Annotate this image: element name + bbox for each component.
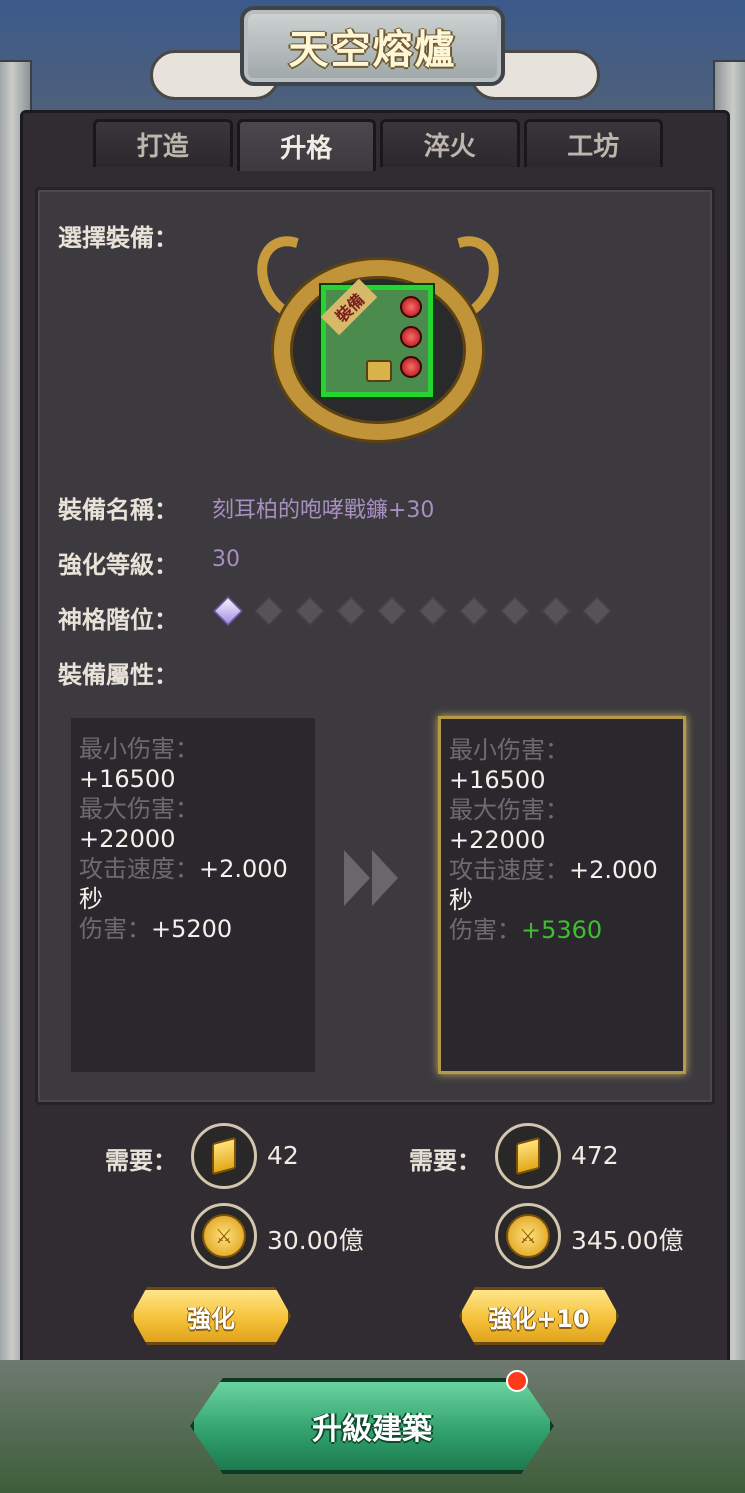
max-damage-value: +22000 xyxy=(449,826,546,854)
rank-diamond-inactive xyxy=(541,596,571,626)
tab-workshop[interactable]: 工坊 xyxy=(523,119,663,167)
rank-diamond-inactive xyxy=(336,596,366,626)
min-damage-label: 最小伤害： xyxy=(79,735,199,763)
tab-ascend[interactable]: 升格 xyxy=(236,119,376,171)
scythe-item-icon[interactable]: 裝備 xyxy=(320,278,433,397)
attack-speed-value: +2.000 xyxy=(199,855,288,883)
title-banner: 天空熔爐 xyxy=(150,0,600,100)
ruby-gem-icon xyxy=(400,296,422,318)
tab-temper[interactable]: 淬火 xyxy=(380,119,520,167)
equipped-ribbon: 裝備 xyxy=(320,278,378,336)
rank-diamond-inactive xyxy=(377,596,407,626)
rank-diamond-active xyxy=(213,596,243,626)
min-damage-value: +16500 xyxy=(79,765,176,793)
enhance-ten-button[interactable]: 強化+10 xyxy=(459,1287,619,1345)
attack-speed-label: 攻击速度： xyxy=(79,855,199,883)
rank-diamond-inactive xyxy=(459,596,489,626)
attack-speed-label: 攻击速度： xyxy=(449,856,569,884)
gold-coin-icon: ⚔ xyxy=(191,1203,257,1269)
rank-diamond-inactive xyxy=(500,596,530,626)
current-stats-box: 最小伤害： +16500 最大伤害： +22000 攻击速度：+2.000 秒 … xyxy=(71,718,315,1072)
tab-craft[interactable]: 打造 xyxy=(93,119,233,167)
rank-diamond-inactive xyxy=(254,596,284,626)
equipment-panel: 選擇裝備： 裝備 裝備名稱： 刻耳柏的咆哮戰鐮+30 強化等級： 30 神格階位… xyxy=(35,187,715,1105)
divine-rank-diamonds xyxy=(213,596,612,626)
gold-coin-icon: ⚔ xyxy=(495,1203,561,1269)
enhance-level-value: 30 xyxy=(212,547,240,572)
double-chevron-right-icon xyxy=(344,850,398,906)
need-label-ten: 需要： xyxy=(409,1147,481,1175)
select-equipment-label: 選擇裝備： xyxy=(58,224,178,252)
tab-bar: 打造 升格 淬火 工坊 xyxy=(93,119,663,171)
damage-label: 伤害： xyxy=(79,915,151,943)
gold-cost-single: 30.00億 xyxy=(267,1226,364,1255)
gold-cost-ten: 345.00億 xyxy=(571,1226,684,1255)
crystal-cost-single: 42 xyxy=(267,1141,299,1170)
max-damage-label: 最大伤害： xyxy=(449,796,569,824)
enhance-level-label: 強化等級： xyxy=(58,551,178,579)
ruby-gem-icon xyxy=(400,356,422,378)
next-stats-box: 最小伤害： +16500 最大伤害： +22000 攻击速度：+2.000 秒 … xyxy=(438,716,686,1074)
equipment-name-label: 裝備名稱： xyxy=(58,496,178,524)
forge-panel: 打造 升格 淬火 工坊 選擇裝備： 裝備 裝備名稱： 刻耳柏的咆哮戰鐮+30 強… xyxy=(20,110,730,1380)
min-damage-label: 最小伤害： xyxy=(449,736,569,764)
attack-speed-unit: 秒 xyxy=(79,885,103,913)
equipment-attributes-label: 裝備屬性： xyxy=(58,661,178,689)
enhance-button[interactable]: 強化 xyxy=(131,1287,291,1345)
rank-diamond-inactive xyxy=(582,596,612,626)
rank-diamond-inactive xyxy=(295,596,325,626)
lock-icon xyxy=(366,360,392,382)
divine-rank-label: 神格階位： xyxy=(58,606,178,634)
equipment-name: 刻耳柏的咆哮戰鐮+30 xyxy=(212,498,435,523)
damage-label: 伤害： xyxy=(449,916,521,944)
notification-dot xyxy=(506,1370,528,1392)
damage-increased-value: +5360 xyxy=(521,916,603,944)
upgrade-building-label: 升級建築 xyxy=(312,1412,432,1447)
max-damage-label: 最大伤害： xyxy=(79,795,199,823)
attack-speed-unit: 秒 xyxy=(449,886,473,914)
page-title: 天空熔爐 xyxy=(288,27,457,73)
attack-speed-value: +2.000 xyxy=(569,856,658,884)
crystal-currency-icon xyxy=(191,1123,257,1189)
need-label-single: 需要： xyxy=(105,1147,177,1175)
title-plate: 天空熔爐 xyxy=(240,6,505,86)
equipment-slot[interactable]: 裝備 xyxy=(242,222,514,444)
crystal-cost-ten: 472 xyxy=(571,1141,619,1170)
min-damage-value: +16500 xyxy=(449,766,546,794)
max-damage-value: +22000 xyxy=(79,825,176,853)
upgrade-building-button[interactable]: 升級建築 xyxy=(190,1378,554,1474)
crystal-currency-icon xyxy=(495,1123,561,1189)
damage-value: +5200 xyxy=(151,915,233,943)
rank-diamond-inactive xyxy=(418,596,448,626)
ruby-gem-icon xyxy=(400,326,422,348)
